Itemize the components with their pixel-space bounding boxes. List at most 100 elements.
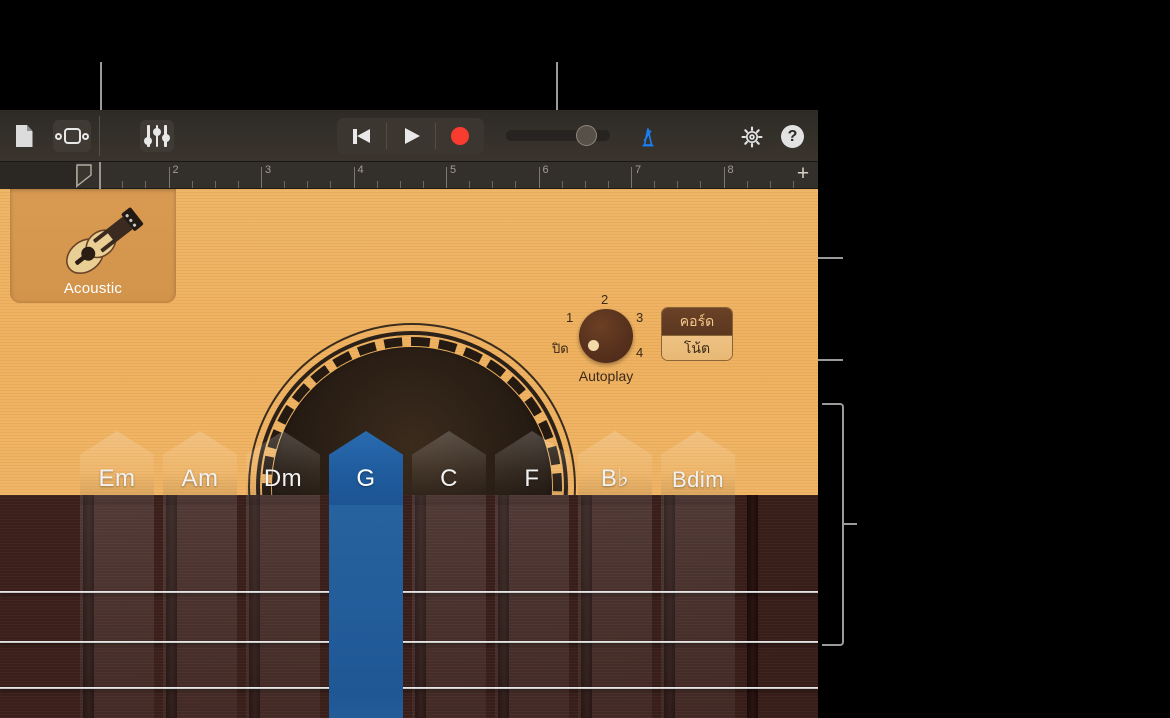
chord-button-Dm[interactable]: Dm bbox=[246, 431, 320, 505]
ruler-tick-minor bbox=[122, 181, 124, 188]
instrument-selector[interactable]: Acoustic bbox=[10, 189, 176, 303]
callout-bracket-stub bbox=[843, 523, 857, 525]
ruler-tick-minor bbox=[607, 181, 609, 188]
master-volume-slider[interactable] bbox=[506, 125, 610, 146]
fret-divider bbox=[664, 495, 675, 718]
toolbar: ? bbox=[0, 110, 818, 162]
chord-label: B♭ bbox=[600, 465, 630, 492]
fret-divider bbox=[332, 495, 343, 718]
chord-strips[interactable]: Em Am Dm G C F B♭ Bdim bbox=[0, 431, 818, 505]
chord-label: F bbox=[524, 465, 540, 492]
chord-button-Bdim[interactable]: Bdim bbox=[661, 431, 735, 505]
play-button[interactable] bbox=[386, 118, 435, 154]
chord-label: Am bbox=[181, 465, 219, 492]
ruler-number: 8 bbox=[727, 164, 734, 176]
help-button[interactable]: ? bbox=[781, 125, 804, 148]
ruler-tick-minor bbox=[700, 181, 702, 188]
ruler-tick-minor bbox=[584, 181, 586, 188]
toolbar-divider-1 bbox=[99, 116, 100, 156]
autoplay-position-2[interactable]: 2 bbox=[601, 292, 608, 307]
fret-divider bbox=[415, 495, 426, 718]
mode-notes-button[interactable]: โน้ต bbox=[662, 335, 732, 360]
ruler-number: 5 bbox=[450, 164, 457, 176]
fret-divider bbox=[249, 495, 260, 718]
ruler-tick-major bbox=[353, 167, 355, 188]
ruler-tick-minor bbox=[330, 181, 332, 188]
ruler-left-pad bbox=[0, 162, 76, 189]
ruler-number: 3 bbox=[265, 164, 272, 176]
autoplay-knob-indicator bbox=[588, 340, 599, 351]
chord-label: G bbox=[356, 465, 376, 492]
guitar-string-1[interactable] bbox=[0, 591, 818, 593]
document-icon bbox=[15, 125, 33, 147]
guitar-string-3[interactable] bbox=[0, 687, 818, 689]
chord-button-F[interactable]: F bbox=[495, 431, 569, 505]
chord-button-Em[interactable]: Em bbox=[80, 431, 154, 505]
guitar-instrument: Acoustic ปิด 1 2 3 4 Autoplay คอร์ด โน้ต… bbox=[0, 189, 818, 718]
ruler-tick-minor bbox=[307, 181, 309, 188]
ruler-number: 7 bbox=[635, 164, 642, 176]
fret-divider bbox=[581, 495, 592, 718]
chord-button-B♭[interactable]: B♭ bbox=[578, 431, 652, 505]
autoplay-control[interactable]: ปิด 1 2 3 4 Autoplay bbox=[550, 284, 662, 394]
chord-button-Am[interactable]: Am bbox=[163, 431, 237, 505]
instrument-label: Acoustic bbox=[63, 280, 123, 297]
master-volume-handle[interactable] bbox=[576, 125, 597, 146]
ruler-tick-minor bbox=[746, 181, 748, 188]
play-icon bbox=[404, 128, 420, 144]
fretboard[interactable] bbox=[0, 495, 818, 718]
track-controls-button[interactable] bbox=[140, 120, 174, 152]
ruler-tick-minor bbox=[145, 181, 147, 188]
ruler-tick-minor bbox=[237, 181, 239, 188]
ruler-tick-minor bbox=[654, 181, 656, 188]
ruler-tick-minor bbox=[376, 181, 378, 188]
guitar-string-2[interactable] bbox=[0, 641, 818, 643]
playhead-line[interactable] bbox=[99, 162, 101, 189]
ruler-tick-major bbox=[446, 167, 447, 188]
fret-divider bbox=[498, 495, 509, 718]
chord-label: Bdim bbox=[671, 467, 725, 492]
chord-label: C bbox=[440, 465, 458, 492]
ruler-tick-major bbox=[631, 167, 632, 188]
metronome-button[interactable] bbox=[636, 125, 660, 149]
transport-controls bbox=[337, 118, 484, 154]
loop-browser-button[interactable] bbox=[53, 120, 91, 152]
chord-button-G[interactable]: G bbox=[329, 431, 403, 505]
autoplay-position-1[interactable]: 1 bbox=[566, 310, 573, 325]
ruler-tick-minor bbox=[769, 181, 771, 188]
playhead-flag-icon[interactable] bbox=[76, 164, 92, 187]
autoplay-knob[interactable] bbox=[579, 309, 633, 363]
ruler-number: 4 bbox=[357, 164, 364, 176]
ruler-tick-minor bbox=[677, 181, 679, 188]
chords-notes-switch[interactable]: คอร์ด โน้ต bbox=[661, 307, 733, 361]
fret-divider bbox=[166, 495, 177, 718]
ruler-tick-major bbox=[538, 167, 540, 188]
metronome-icon bbox=[642, 128, 654, 147]
timeline-ruler[interactable]: 12345678 + bbox=[0, 162, 818, 189]
ruler-tick-minor bbox=[469, 181, 471, 188]
chord-button-C[interactable]: C bbox=[412, 431, 486, 505]
ruler-tick-minor bbox=[399, 181, 401, 188]
chord-label: Dm bbox=[263, 465, 303, 492]
ruler-tick-minor bbox=[561, 181, 563, 188]
rewind-button[interactable] bbox=[337, 118, 386, 154]
record-button[interactable] bbox=[435, 118, 484, 154]
autoplay-position-4[interactable]: 4 bbox=[636, 345, 643, 360]
ruler-tick-minor bbox=[284, 181, 286, 188]
fretboard-grain bbox=[0, 495, 818, 718]
record-icon bbox=[450, 127, 469, 145]
mode-chords-button[interactable]: คอร์ด bbox=[662, 308, 732, 335]
settings-button[interactable] bbox=[740, 125, 764, 149]
callout-bracket-strings bbox=[822, 403, 844, 646]
ruler-tick-minor bbox=[492, 181, 494, 188]
acoustic-guitar-icon bbox=[66, 207, 144, 275]
screenshot-root: ? 1 2 3 4 5 6 7 8 + bbox=[0, 0, 1170, 718]
add-track-button[interactable]: + bbox=[794, 163, 812, 184]
ruler-tick-minor bbox=[214, 181, 216, 188]
autoplay-position-3[interactable]: 3 bbox=[636, 310, 643, 325]
fret-divider bbox=[83, 495, 94, 718]
ruler-tick-major bbox=[723, 167, 725, 188]
garageband-window: ? 1 2 3 4 5 6 7 8 + bbox=[0, 110, 818, 718]
rewind-icon bbox=[353, 128, 370, 144]
document-button[interactable] bbox=[12, 124, 36, 148]
